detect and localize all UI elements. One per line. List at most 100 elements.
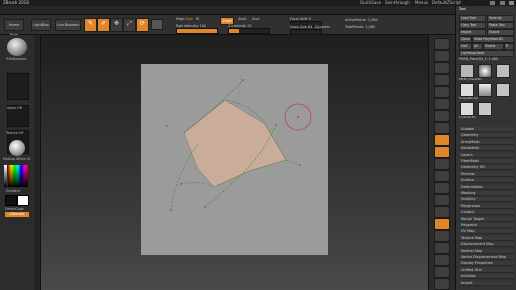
clone-button[interactable]: Clone <box>459 36 472 43</box>
rgb-intensity-slider[interactable] <box>176 28 218 34</box>
tool-section-deformation[interactable]: Deformation <box>459 184 514 190</box>
xyz-icon[interactable] <box>434 158 450 170</box>
material-swatch[interactable] <box>151 19 163 30</box>
tool-section-initialize[interactable]: Initialize <box>459 274 514 280</box>
solo-icon[interactable] <box>434 266 450 278</box>
load-tool-button[interactable]: Load Tool <box>459 15 486 22</box>
tool-section-vector-displacement-map[interactable]: Vector Displacement Map <box>459 255 514 260</box>
visible-button[interactable]: Visible <box>483 43 504 50</box>
maximize-icon[interactable] <box>500 1 505 5</box>
home-page-button[interactable]: Home Page <box>4 19 24 37</box>
spix-icon[interactable] <box>434 50 450 62</box>
quicksave-button[interactable]: QuickSave <box>360 0 381 5</box>
brush-thumbnail[interactable] <box>7 38 27 56</box>
color-picker[interactable] <box>8 165 28 187</box>
z-intensity-slider[interactable] <box>228 28 270 34</box>
tool-section-uv-map[interactable]: UV Map <box>459 229 514 235</box>
linefill-icon[interactable] <box>434 218 450 230</box>
ghost-icon[interactable] <box>434 254 450 266</box>
paste-tool-button[interactable]: Paste Tool <box>487 22 514 29</box>
transp-icon[interactable] <box>434 242 450 254</box>
tool-thumb-plane-4[interactable] <box>460 102 474 116</box>
default-zscript-button[interactable]: DefaultZScript <box>432 0 461 5</box>
tool-section-unified-skin[interactable]: Unified Skin <box>459 267 514 273</box>
tool-palette-header[interactable]: Tool <box>459 7 514 12</box>
document-canvas[interactable] <box>141 64 328 255</box>
tool-section-contact[interactable]: Contact <box>459 210 514 216</box>
save-as-button[interactable]: Save As <box>487 15 514 22</box>
import-button[interactable]: Import <box>459 29 486 36</box>
minimize-icon[interactable] <box>490 1 495 5</box>
tool-thumb-simplebrush[interactable] <box>460 83 474 97</box>
lightbox-tools-button[interactable]: Lightbox▸Tools <box>459 50 514 57</box>
live-boolean-button[interactable]: Live Boolean <box>55 19 81 31</box>
all-button[interactable]: All <box>472 43 483 50</box>
floor-icon[interactable] <box>434 122 450 134</box>
tool-section-subtool[interactable]: Subtool <box>459 127 514 132</box>
tool-section-masking[interactable]: Masking <box>459 191 514 196</box>
menus-toggle[interactable]: Menus <box>415 0 428 5</box>
stroke-thumbnail[interactable] <box>7 73 29 100</box>
export-button[interactable]: Export <box>487 29 514 36</box>
tool-section-displacement-map[interactable]: Displacement Map <box>459 242 514 248</box>
tool-section-display-properties[interactable]: Display Properties <box>459 261 514 267</box>
rotate-mode-button[interactable]: ⟳ <box>136 18 149 32</box>
scale-icon[interactable] <box>434 194 450 206</box>
left-scroll-strip[interactable] <box>34 35 41 290</box>
scroll-icon[interactable] <box>434 62 450 74</box>
polyf-icon[interactable] <box>434 230 450 242</box>
tool-section-nanomesh[interactable]: NanoMesh <box>459 146 514 152</box>
tool-section-geometry[interactable]: Geometry <box>459 133 514 139</box>
tool-section-fibermesh[interactable]: FiberMesh <box>459 159 514 164</box>
tool-thumb-sphere[interactable] <box>478 64 492 78</box>
tool-section-import[interactable]: Import <box>459 280 514 286</box>
frame-icon[interactable] <box>434 170 450 182</box>
material-thumbnail[interactable] <box>9 140 25 156</box>
tool-section-arraymesh[interactable]: ArrayMesh <box>459 139 514 145</box>
tool-section-visibility[interactable]: Visibility <box>459 197 514 203</box>
tool-section-layers[interactable]: Layers <box>459 152 514 158</box>
copy-tool-button[interactable]: Copy Tool <box>459 22 486 29</box>
bpr-icon[interactable] <box>434 38 450 50</box>
alternate-button[interactable]: Alternate <box>5 212 29 217</box>
mrgb-toggle[interactable]: Mrgb <box>176 17 185 21</box>
persp-icon[interactable] <box>434 110 450 122</box>
tool-thumb-plane-5[interactable] <box>478 102 492 116</box>
tool-section-polypaint[interactable]: Polypaint <box>459 223 514 228</box>
tool-thumb-plane-3[interactable] <box>496 83 510 97</box>
local-icon[interactable] <box>434 134 450 146</box>
see-through-control[interactable]: See-through <box>385 0 410 5</box>
tool-section-morph-target[interactable]: Morph Target <box>459 216 514 222</box>
tool-section-preview[interactable]: Preview <box>459 171 514 177</box>
zsub-button[interactable]: Zsub <box>238 17 246 21</box>
rgb-toggle[interactable]: Rgb <box>186 17 193 21</box>
aahalf-icon[interactable] <box>434 98 450 110</box>
zoom-icon[interactable] <box>434 74 450 86</box>
rotate-icon[interactable] <box>434 206 450 218</box>
main-color-swatch[interactable] <box>5 195 17 206</box>
lightbox-button[interactable]: LightBox <box>31 19 51 31</box>
close-icon[interactable] <box>509 1 514 5</box>
trimmed-shape[interactable] <box>183 99 287 188</box>
actual-icon[interactable] <box>434 86 450 98</box>
secondary-color-swatch[interactable] <box>17 195 29 206</box>
tool-section-normal-map[interactable]: Normal Map <box>459 248 514 254</box>
zcut-button[interactable]: Zcut <box>252 17 260 21</box>
tool-thumb-cylinder[interactable] <box>478 83 492 97</box>
goz-button[interactable]: GoZ <box>459 43 472 50</box>
lsym-icon[interactable] <box>434 146 450 158</box>
xpose-icon[interactable] <box>434 278 450 290</box>
move-icon[interactable] <box>434 182 450 194</box>
tool-section-texture-map[interactable]: Texture Map <box>459 235 514 241</box>
draw-mode-button[interactable]: ✐ <box>97 18 110 32</box>
luminance-strip[interactable] <box>4 165 7 187</box>
tool-section-surface[interactable]: Surface <box>459 178 514 184</box>
edit-mode-button[interactable]: ✎ <box>84 18 97 32</box>
tool-section-geometry-hd[interactable]: Geometry HD <box>459 165 514 171</box>
scale-mode-button[interactable]: ⤢ <box>123 18 136 32</box>
move-mode-button[interactable]: ✥ <box>110 18 123 32</box>
m-toggle[interactable]: M <box>196 17 199 21</box>
tool-section-polygroups[interactable]: Polygroups <box>459 203 514 209</box>
tool-thumb-plane[interactable] <box>460 64 474 78</box>
r-button[interactable]: R <box>504 43 514 50</box>
